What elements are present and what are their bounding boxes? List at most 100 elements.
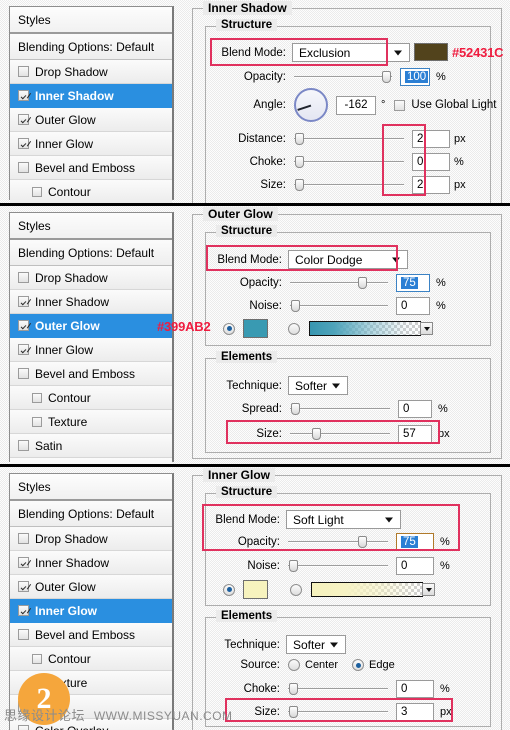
gradient-preview[interactable] [311,582,435,597]
radio-solid-color[interactable] [223,322,235,335]
checkbox-color-overlay[interactable] [18,725,29,730]
slider-knob[interactable] [312,428,321,440]
slider-knob[interactable] [358,277,367,289]
size-input[interactable]: 2 [412,176,450,194]
size-input[interactable]: 3 [396,703,434,721]
radio-source-center[interactable] [288,659,300,671]
outer-glow-color-swatch[interactable] [243,319,268,338]
sidebar-item-inner-shadow[interactable]: Inner Shadow [10,290,172,314]
noise-slider[interactable] [288,559,388,573]
choke-input[interactable]: 0 [412,153,450,171]
checkbox-drop-shadow[interactable] [18,272,29,283]
slider-knob[interactable] [289,683,298,695]
technique-select[interactable]: Softer [286,635,346,654]
checkbox-contour[interactable] [32,186,42,197]
checkbox-outer-glow[interactable] [18,320,29,331]
checkbox-bevel-and-emboss[interactable] [18,368,29,379]
sidebar-item-inner-glow[interactable]: Inner Glow [10,338,172,362]
size-slider[interactable] [288,705,388,719]
choke-slider[interactable] [294,155,404,169]
sidebar-item-inner-shadow[interactable]: Inner Shadow [10,551,172,575]
slider-knob[interactable] [358,536,367,548]
angle-input[interactable]: -162 [336,95,376,115]
noise-input[interactable]: 0 [396,297,430,315]
radio-source-edge[interactable] [352,659,365,671]
checkbox-bevel-and-emboss[interactable] [18,162,29,173]
sidebar-item-drop-shadow[interactable]: Drop Shadow [10,527,172,551]
slider-knob[interactable] [295,133,304,145]
checkbox-inner-glow[interactable] [18,344,29,355]
sidebar-item-drop-shadow[interactable]: Drop Shadow [10,60,172,84]
checkbox-satin[interactable] [18,440,29,451]
blending-options-row[interactable]: Blending Options: Default [10,34,172,60]
sidebar-item-contour[interactable]: Contour [10,386,172,410]
distance-input[interactable]: 2 [412,130,450,148]
opacity-input[interactable]: 75 [396,533,434,551]
sidebar-item-inner-glow[interactable]: Inner Glow [10,132,172,156]
sidebar-item-satin[interactable]: Satin [10,434,172,458]
checkbox-inner-shadow[interactable] [18,90,29,101]
size-slider[interactable] [290,427,390,441]
gradient-dropdown-button[interactable] [422,583,435,596]
sidebar-item-bevel-and-emboss[interactable]: Bevel and Emboss [10,362,172,386]
noise-slider[interactable] [290,299,388,313]
choke-slider[interactable] [288,682,388,696]
slider-knob[interactable] [295,179,304,191]
gradient-dropdown-button[interactable] [420,322,433,335]
sidebar-item-inner-shadow[interactable]: Inner Shadow [10,84,172,108]
checkbox-inner-glow[interactable] [18,605,29,616]
opacity-input[interactable]: 100 [400,68,430,86]
opacity-input[interactable]: 75 [396,274,430,292]
distance-slider[interactable] [294,132,404,146]
inner-glow-color-swatch[interactable] [243,580,268,599]
spread-input[interactable]: 0 [398,400,432,418]
checkbox-use-global-light[interactable] [394,99,406,111]
checkbox-contour[interactable] [32,653,42,664]
checkbox-bevel-and-emboss[interactable] [18,629,29,640]
sidebar-item-bevel-and-emboss[interactable]: Bevel and Emboss [10,156,172,180]
slider-knob[interactable] [291,403,300,415]
checkbox-inner-shadow[interactable] [18,296,29,307]
checkbox-drop-shadow[interactable] [18,66,29,77]
sidebar-item-texture[interactable]: Texture [10,410,172,434]
sidebar-item-outer-glow[interactable]: Outer Glow [10,314,172,338]
checkbox-inner-shadow[interactable] [18,557,29,568]
sidebar-item-inner-glow[interactable]: Inner Glow [10,599,172,623]
size-slider[interactable] [294,178,404,192]
blend-mode-select[interactable]: Soft Light [286,510,401,529]
sidebar-item-bevel-and-emboss[interactable]: Bevel and Emboss [10,623,172,647]
gradient-preview[interactable] [309,321,433,336]
sidebar-item-outer-glow[interactable]: Outer Glow [10,575,172,599]
slider-knob[interactable] [289,706,298,718]
checkbox-contour[interactable] [32,392,42,403]
sidebar-item-contour[interactable]: Contour [10,647,172,671]
radio-gradient[interactable] [288,322,300,335]
sidebar-item-outer-glow[interactable]: Outer Glow [10,108,172,132]
checkbox-outer-glow[interactable] [18,581,29,592]
slider-knob[interactable] [291,300,300,312]
opacity-slider[interactable] [288,535,388,549]
opacity-slider[interactable] [290,276,388,290]
checkbox-inner-glow[interactable] [18,138,29,149]
blend-mode-select[interactable]: Exclusion [292,43,410,62]
noise-input[interactable]: 0 [396,557,434,575]
blend-mode-select[interactable]: Color Dodge [288,250,408,269]
radio-gradient[interactable] [290,583,302,596]
sidebar-item-contour[interactable]: Contour [10,180,172,203]
blending-options-row[interactable]: Blending Options: Default [10,501,172,527]
slider-knob[interactable] [295,156,304,168]
blending-options-row[interactable]: Blending Options: Default [10,240,172,266]
angle-dial[interactable] [294,88,328,122]
checkbox-outer-glow[interactable] [18,114,29,125]
inner-shadow-color-swatch[interactable] [414,43,448,61]
choke-input[interactable]: 0 [396,680,434,698]
sidebar-item-drop-shadow[interactable]: Drop Shadow [10,266,172,290]
opacity-slider[interactable] [294,70,392,84]
size-input[interactable]: 57 [398,425,432,443]
radio-solid-color[interactable] [223,583,235,596]
technique-select[interactable]: Softer [288,376,348,395]
slider-knob[interactable] [289,560,298,572]
checkbox-drop-shadow[interactable] [18,533,29,544]
checkbox-texture[interactable] [32,416,42,427]
spread-slider[interactable] [290,402,390,416]
